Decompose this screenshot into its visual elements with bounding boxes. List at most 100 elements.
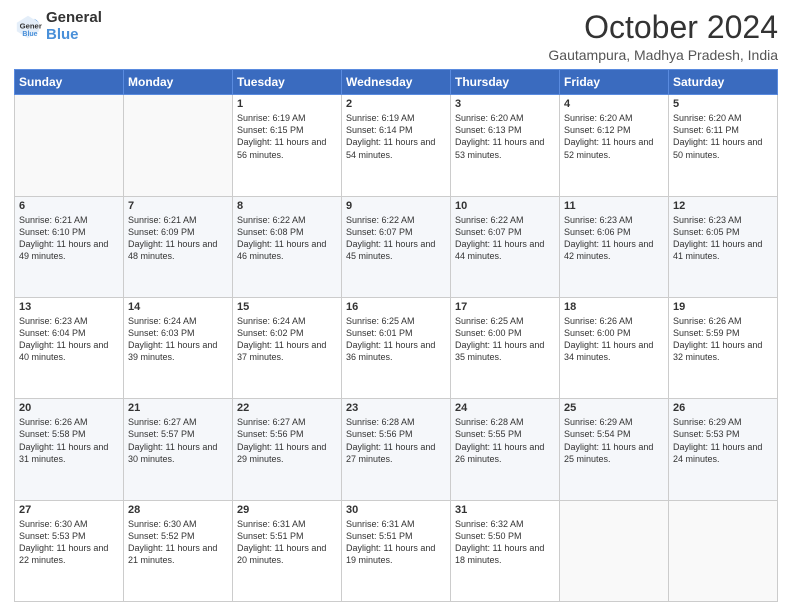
cell-info: Sunrise: 6:30 AMSunset: 5:53 PMDaylight:… xyxy=(19,518,119,567)
calendar-cell xyxy=(15,95,124,196)
day-number: 8 xyxy=(237,200,337,212)
day-number: 2 xyxy=(346,98,446,110)
cell-info: Sunrise: 6:24 AMSunset: 6:03 PMDaylight:… xyxy=(128,315,228,364)
day-number: 17 xyxy=(455,301,555,313)
calendar-cell: 31 Sunrise: 6:32 AMSunset: 5:50 PMDayligh… xyxy=(451,500,560,601)
svg-text:General: General xyxy=(20,21,42,30)
day-number: 18 xyxy=(564,301,664,313)
svg-text:Blue: Blue xyxy=(22,31,37,38)
calendar-cell: 14 Sunrise: 6:24 AMSunset: 6:03 PMDayligh… xyxy=(124,297,233,398)
cell-info: Sunrise: 6:30 AMSunset: 5:52 PMDaylight:… xyxy=(128,518,228,567)
cell-info: Sunrise: 6:23 AMSunset: 6:04 PMDaylight:… xyxy=(19,315,119,364)
calendar-cell: 7 Sunrise: 6:21 AMSunset: 6:09 PMDaylight… xyxy=(124,196,233,297)
cell-info: Sunrise: 6:21 AMSunset: 6:09 PMDaylight:… xyxy=(128,214,228,263)
calendar-cell: 21 Sunrise: 6:27 AMSunset: 5:57 PMDayligh… xyxy=(124,399,233,500)
day-number: 7 xyxy=(128,200,228,212)
day-number: 4 xyxy=(564,98,664,110)
calendar-cell: 22 Sunrise: 6:27 AMSunset: 5:56 PMDayligh… xyxy=(233,399,342,500)
cell-info: Sunrise: 6:19 AMSunset: 6:14 PMDaylight:… xyxy=(346,112,446,161)
calendar-header-row: SundayMondayTuesdayWednesdayThursdayFrid… xyxy=(15,70,778,95)
calendar-cell: 1Sunrise: 6:19 AMSunset: 6:15 PMDaylight… xyxy=(233,95,342,196)
cell-info: Sunrise: 6:31 AMSunset: 5:51 PMDaylight:… xyxy=(237,518,337,567)
cell-info: Sunrise: 6:19 AMSunset: 6:15 PMDaylight:… xyxy=(237,112,337,161)
logo: General Blue General Blue xyxy=(14,10,102,43)
day-number: 26 xyxy=(673,402,773,414)
day-number: 28 xyxy=(128,504,228,516)
cell-info: Sunrise: 6:22 AMSunset: 6:08 PMDaylight:… xyxy=(237,214,337,263)
day-number: 20 xyxy=(19,402,119,414)
day-number: 19 xyxy=(673,301,773,313)
calendar-week-3: 13 Sunrise: 6:23 AMSunset: 6:04 PMDayligh… xyxy=(15,297,778,398)
cell-info: Sunrise: 6:23 AMSunset: 6:05 PMDaylight:… xyxy=(673,214,773,263)
calendar-cell: 12Sunrise: 6:23 AMSunset: 6:05 PMDayligh… xyxy=(669,196,778,297)
calendar-cell: 26Sunrise: 6:29 AMSunset: 5:53 PMDayligh… xyxy=(669,399,778,500)
cell-info: Sunrise: 6:31 AMSunset: 5:51 PMDaylight:… xyxy=(346,518,446,567)
main-title: October 2024 xyxy=(548,10,778,45)
day-number: 29 xyxy=(237,504,337,516)
calendar-cell: 4Sunrise: 6:20 AMSunset: 6:12 PMDaylight… xyxy=(560,95,669,196)
calendar-header-sunday: Sunday xyxy=(15,70,124,95)
day-number: 21 xyxy=(128,402,228,414)
calendar-cell: 9Sunrise: 6:22 AMSunset: 6:07 PMDaylight… xyxy=(342,196,451,297)
calendar-week-1: 1Sunrise: 6:19 AMSunset: 6:15 PMDaylight… xyxy=(15,95,778,196)
cell-info: Sunrise: 6:27 AMSunset: 5:57 PMDaylight:… xyxy=(128,416,228,465)
cell-info: Sunrise: 6:24 AMSunset: 6:02 PMDaylight:… xyxy=(237,315,337,364)
day-number: 24 xyxy=(455,402,555,414)
calendar-cell: 19 Sunrise: 6:26 AMSunset: 5:59 PMDayligh… xyxy=(669,297,778,398)
calendar-table: SundayMondayTuesdayWednesdayThursdayFrid… xyxy=(14,69,778,602)
calendar-week-4: 20Sunrise: 6:26 AMSunset: 5:58 PMDayligh… xyxy=(15,399,778,500)
calendar-cell xyxy=(560,500,669,601)
calendar-cell: 25 Sunrise: 6:29 AMSunset: 5:54 PMDayligh… xyxy=(560,399,669,500)
calendar-header-saturday: Saturday xyxy=(669,70,778,95)
cell-info: Sunrise: 6:27 AMSunset: 5:56 PMDaylight:… xyxy=(237,416,337,465)
day-number: 31 xyxy=(455,504,555,516)
calendar-header-thursday: Thursday xyxy=(451,70,560,95)
day-number: 11 xyxy=(564,200,664,212)
day-number: 22 xyxy=(237,402,337,414)
cell-info: Sunrise: 6:22 AMSunset: 6:07 PMDaylight:… xyxy=(346,214,446,263)
calendar-cell: 11 Sunrise: 6:23 AMSunset: 6:06 PMDayligh… xyxy=(560,196,669,297)
calendar-cell: 20Sunrise: 6:26 AMSunset: 5:58 PMDayligh… xyxy=(15,399,124,500)
calendar-header-tuesday: Tuesday xyxy=(233,70,342,95)
calendar-cell: 30Sunrise: 6:31 AMSunset: 5:51 PMDayligh… xyxy=(342,500,451,601)
calendar-cell: 23 Sunrise: 6:28 AMSunset: 5:56 PMDayligh… xyxy=(342,399,451,500)
calendar-cell xyxy=(669,500,778,601)
subtitle: Gautampura, Madhya Pradesh, India xyxy=(548,47,778,63)
cell-info: Sunrise: 6:22 AMSunset: 6:07 PMDaylight:… xyxy=(455,214,555,263)
calendar-header-friday: Friday xyxy=(560,70,669,95)
calendar-cell: 10 Sunrise: 6:22 AMSunset: 6:07 PMDayligh… xyxy=(451,196,560,297)
day-number: 25 xyxy=(564,402,664,414)
day-number: 15 xyxy=(237,301,337,313)
day-number: 23 xyxy=(346,402,446,414)
logo-text-general: General xyxy=(46,10,102,27)
calendar-cell: 5Sunrise: 6:20 AMSunset: 6:11 PMDaylight… xyxy=(669,95,778,196)
calendar-cell: 28 Sunrise: 6:30 AMSunset: 5:52 PMDayligh… xyxy=(124,500,233,601)
cell-info: Sunrise: 6:20 AMSunset: 6:11 PMDaylight:… xyxy=(673,112,773,161)
day-number: 3 xyxy=(455,98,555,110)
day-number: 16 xyxy=(346,301,446,313)
logo-text-blue: Blue xyxy=(46,27,102,44)
cell-info: Sunrise: 6:32 AMSunset: 5:50 PMDaylight:… xyxy=(455,518,555,567)
cell-info: Sunrise: 6:25 AMSunset: 6:00 PMDaylight:… xyxy=(455,315,555,364)
cell-info: Sunrise: 6:26 AMSunset: 5:59 PMDaylight:… xyxy=(673,315,773,364)
calendar-cell: 6 Sunrise: 6:21 AMSunset: 6:10 PMDaylight… xyxy=(15,196,124,297)
calendar-cell: 17 Sunrise: 6:25 AMSunset: 6:00 PMDayligh… xyxy=(451,297,560,398)
calendar-cell: 18Sunrise: 6:26 AMSunset: 6:00 PMDayligh… xyxy=(560,297,669,398)
calendar-cell xyxy=(124,95,233,196)
cell-info: Sunrise: 6:29 AMSunset: 5:54 PMDaylight:… xyxy=(564,416,664,465)
day-number: 14 xyxy=(128,301,228,313)
calendar-cell: 15 Sunrise: 6:24 AMSunset: 6:02 PMDayligh… xyxy=(233,297,342,398)
calendar-header-monday: Monday xyxy=(124,70,233,95)
calendar-week-2: 6 Sunrise: 6:21 AMSunset: 6:10 PMDaylight… xyxy=(15,196,778,297)
day-number: 6 xyxy=(19,200,119,212)
cell-info: Sunrise: 6:21 AMSunset: 6:10 PMDaylight:… xyxy=(19,214,119,263)
calendar-cell: 13 Sunrise: 6:23 AMSunset: 6:04 PMDayligh… xyxy=(15,297,124,398)
cell-info: Sunrise: 6:28 AMSunset: 5:56 PMDaylight:… xyxy=(346,416,446,465)
cell-info: Sunrise: 6:23 AMSunset: 6:06 PMDaylight:… xyxy=(564,214,664,263)
day-number: 27 xyxy=(19,504,119,516)
day-number: 10 xyxy=(455,200,555,212)
day-number: 13 xyxy=(19,301,119,313)
calendar-header-wednesday: Wednesday xyxy=(342,70,451,95)
calendar-cell: 24Sunrise: 6:28 AMSunset: 5:55 PMDayligh… xyxy=(451,399,560,500)
cell-info: Sunrise: 6:25 AMSunset: 6:01 PMDaylight:… xyxy=(346,315,446,364)
